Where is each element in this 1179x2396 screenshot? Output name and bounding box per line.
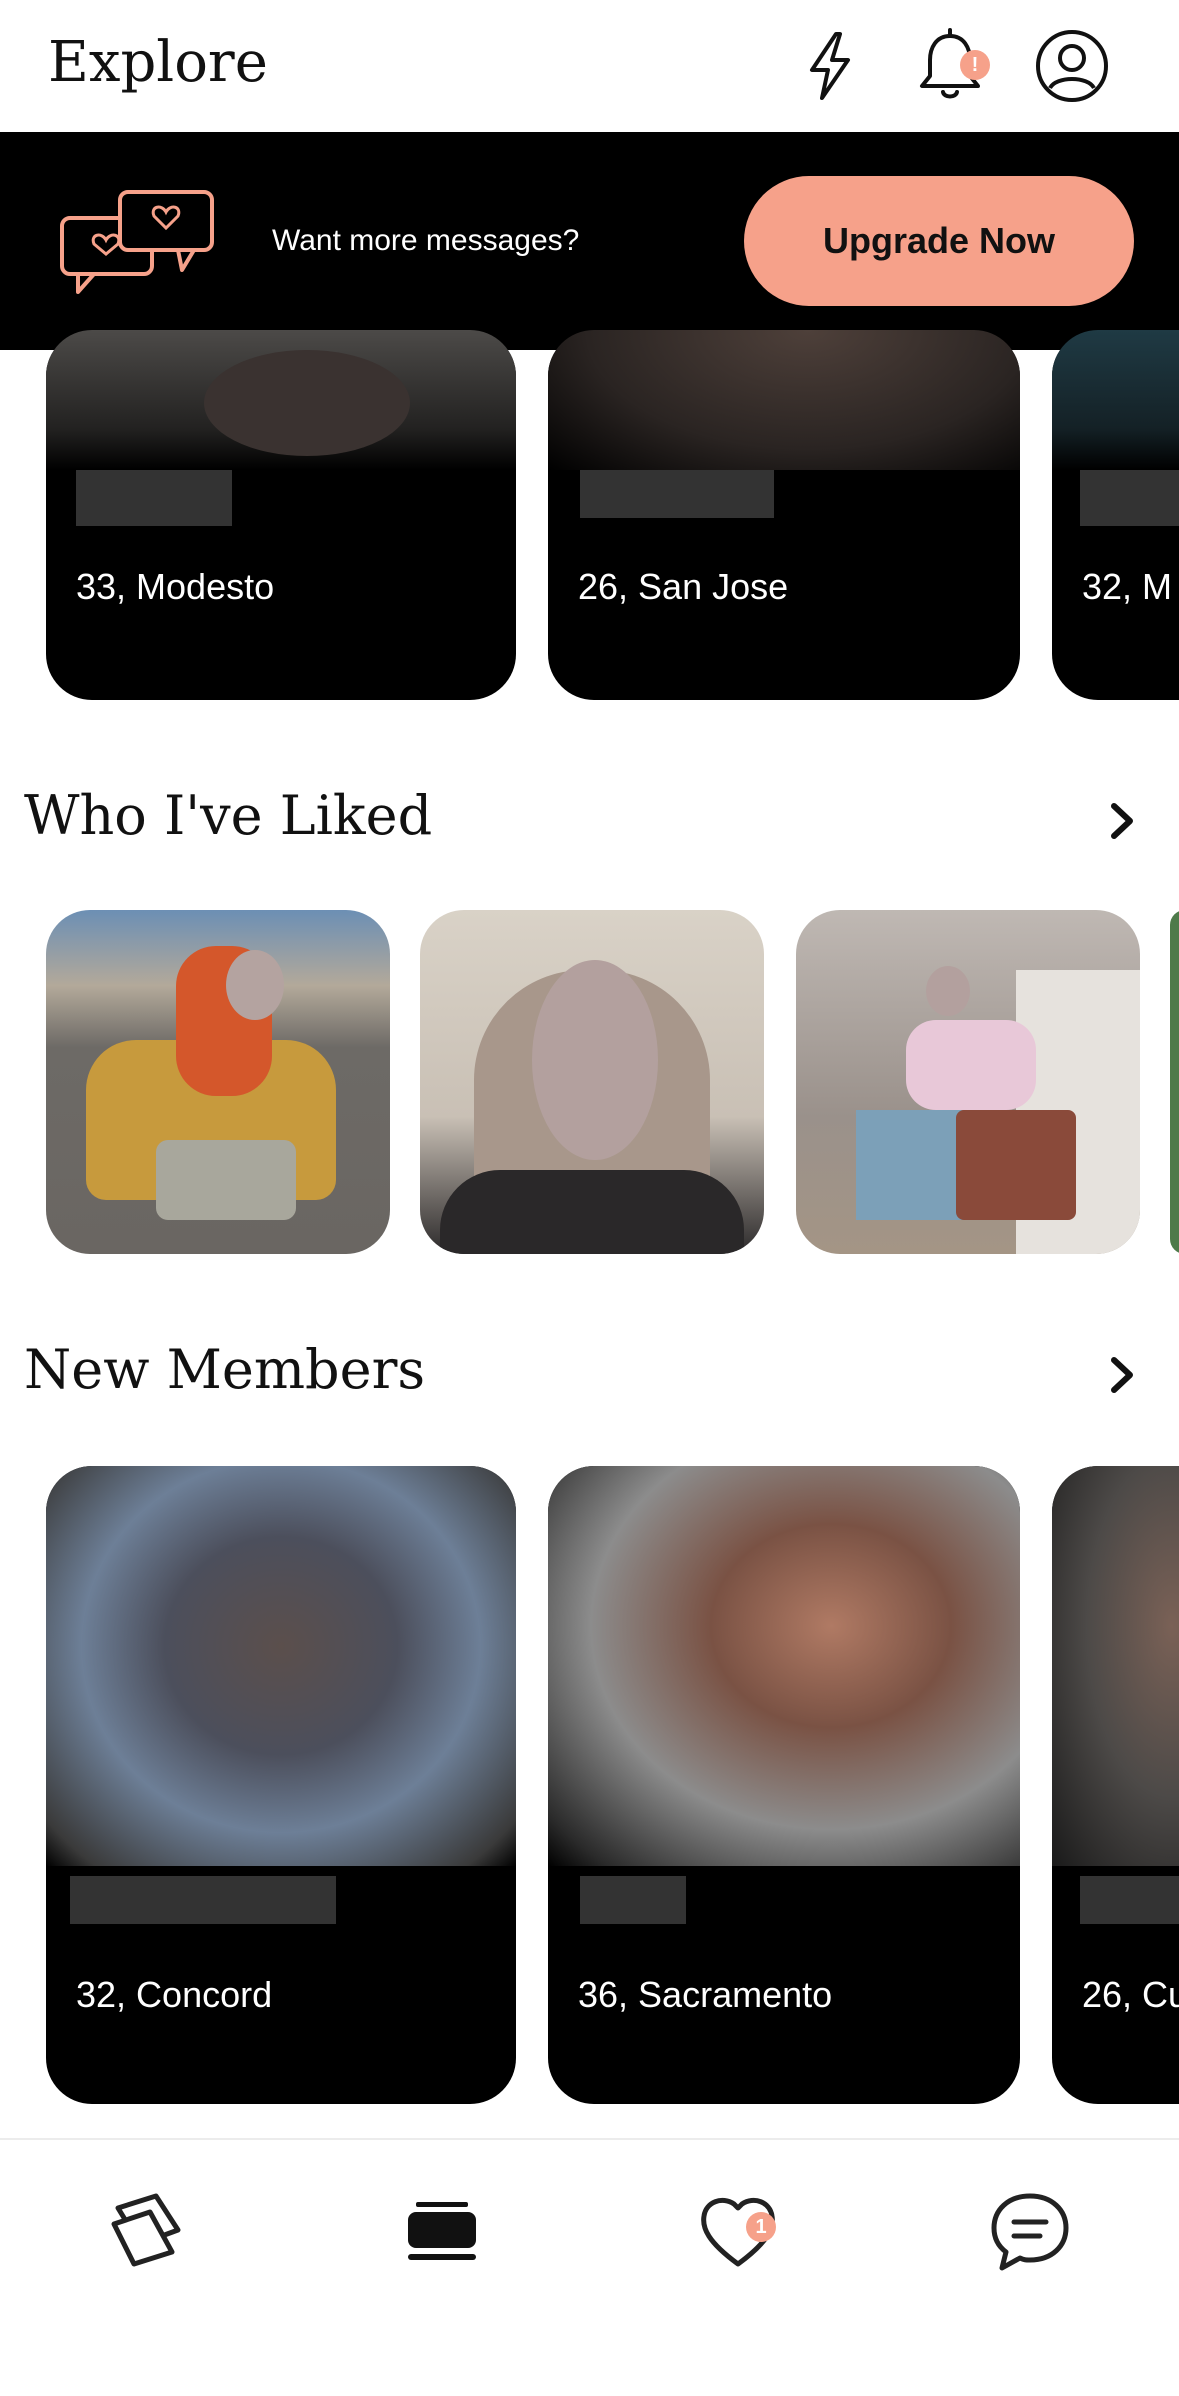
profile-card[interactable]: 33, Modesto — [46, 330, 516, 700]
bell-icon[interactable]: ! — [910, 26, 990, 106]
upgrade-banner: Want more messages? Upgrade Now — [0, 132, 1179, 350]
chevron-right-icon[interactable] — [1096, 1350, 1146, 1400]
messages-icon[interactable] — [980, 2182, 1080, 2282]
section-title-new-members: New Members — [24, 1338, 426, 1401]
chat-hearts-icon — [58, 188, 218, 298]
profile-photo — [1052, 330, 1179, 470]
promo-text: Want more messages? — [272, 224, 580, 257]
section-title-liked: Who I've Liked — [24, 784, 433, 847]
liked-thumbnail[interactable] — [46, 910, 390, 1254]
age-location: 26, San Jose — [578, 566, 789, 607]
profile-card[interactable]: 36, Sacramento — [548, 1466, 1020, 2104]
liked-thumbnail[interactable] — [796, 910, 1140, 1254]
skirt-shape — [156, 1140, 296, 1220]
profile-icon[interactable] — [1032, 26, 1112, 106]
face-blur — [926, 966, 970, 1016]
profile-card[interactable]: 32, Concord — [46, 1466, 516, 2104]
name-redacted — [580, 470, 774, 518]
profile-card[interactable]: 32, M — [1052, 330, 1179, 700]
profile-card[interactable]: 26, Cu — [1052, 1466, 1179, 2104]
explore-icon[interactable] — [392, 2182, 492, 2282]
upgrade-now-button[interactable]: Upgrade Now — [744, 176, 1134, 306]
name-redacted — [1080, 470, 1179, 526]
liked-thumbnail[interactable] — [1170, 910, 1179, 1254]
name-redacted — [70, 1876, 336, 1924]
age-location: 26, Cu — [1082, 1974, 1179, 2015]
page-title: Explore — [48, 30, 268, 95]
age-location: 33, Modesto — [76, 566, 275, 607]
face-blur — [532, 960, 658, 1160]
bedspread-shape — [956, 1110, 1076, 1220]
profile-photo — [46, 1466, 516, 1866]
face-blur — [226, 950, 284, 1020]
profile-photo — [1052, 1466, 1179, 1866]
top-shape — [906, 1020, 1036, 1110]
name-redacted — [1080, 1876, 1179, 1924]
chevron-right-icon[interactable] — [1096, 796, 1146, 846]
notification-badge: ! — [960, 50, 990, 80]
age-location: 36, Sacramento — [578, 1974, 833, 2015]
profile-card[interactable]: 26, San Jose — [548, 330, 1020, 700]
name-redacted — [580, 1876, 686, 1924]
profile-photo — [548, 330, 1020, 470]
age-location: 32, M — [1082, 566, 1173, 607]
cards-icon[interactable] — [96, 2182, 196, 2282]
age-location: 32, Concord — [76, 1974, 273, 2015]
name-redacted — [76, 470, 232, 526]
likes-icon[interactable]: 1 — [688, 2182, 788, 2282]
bottom-nav: 1 — [0, 2138, 1179, 2396]
profile-photo — [548, 1466, 1020, 1866]
explore-screen: Explore ! Want more messages? Upgrade No… — [0, 0, 1179, 2396]
shoulders-shape — [440, 1170, 744, 1254]
likes-badge: 1 — [746, 2212, 776, 2242]
header: Explore ! — [0, 0, 1179, 132]
liked-thumbnail[interactable] — [420, 910, 764, 1254]
lightning-icon[interactable] — [790, 26, 870, 106]
face-blur — [204, 350, 410, 456]
